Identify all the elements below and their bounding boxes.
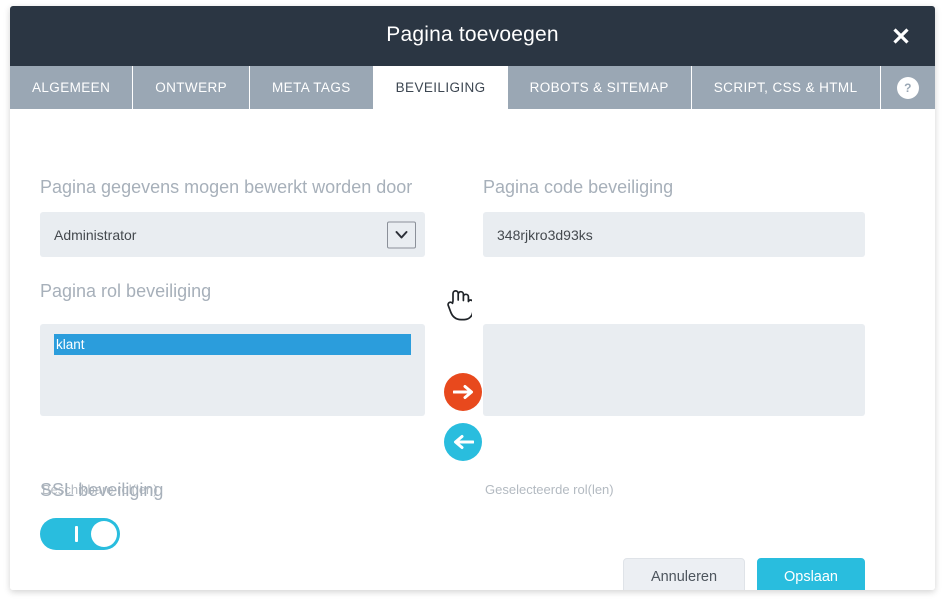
tab-label: BEVEILIGING (395, 80, 486, 95)
tab-meta-tags[interactable]: META TAGS (250, 66, 374, 109)
edit-rights-value: Administrator (54, 226, 137, 243)
cancel-button[interactable]: Annuleren (623, 558, 745, 590)
tab-label: ALGEMEEN (32, 80, 111, 95)
selected-roles-caption: Geselecteerde rol(len) (485, 482, 614, 497)
close-button[interactable] (885, 20, 917, 52)
page-code-label: Pagina code beveiliging (483, 177, 674, 197)
dialog-body: Pagina gegevens mogen bewerkt worden doo… (10, 109, 935, 590)
add-role-button[interactable] (444, 373, 482, 411)
toggle-knob (91, 521, 117, 547)
help-button[interactable]: ? (897, 76, 919, 99)
ssl-field: SSL beveiliging (40, 480, 163, 550)
role-security-label: Pagina rol beveiliging (40, 281, 212, 301)
save-button[interactable]: Opslaan (757, 558, 865, 590)
role-security-label-wrap: Pagina rol beveiliging (40, 281, 211, 302)
tab-bar: ALGEMEEN ONTWERP META TAGS BEVEILIGING R… (10, 66, 935, 109)
save-button-label: Opslaan (783, 568, 838, 585)
edit-rights-field: Pagina gegevens mogen bewerkt worden doo… (40, 177, 425, 257)
page-code-field: Pagina code beveiliging 348rjkro3d93ks (483, 177, 865, 257)
tab-label: META TAGS (272, 80, 351, 95)
ssl-label: SSL beveiliging (40, 480, 164, 500)
tab-robots-sitemap[interactable]: ROBOTS & SITEMAP (508, 66, 692, 109)
cancel-button-label: Annuleren (650, 568, 718, 585)
tab-ontwerp[interactable]: ONTWERP (133, 66, 251, 109)
available-roles-listbox[interactable]: klant (40, 324, 425, 416)
page-title: Pagina toevoegen (386, 23, 559, 46)
question-mark-icon: ? (904, 80, 912, 95)
edit-rights-select[interactable]: Administrator (40, 212, 425, 257)
tab-bar-filler: ? (881, 66, 936, 109)
page-code-input[interactable]: 348rjkro3d93ks (483, 212, 865, 257)
close-icon (893, 28, 909, 44)
page-code-value: 348rjkro3d93ks (497, 226, 593, 243)
remove-role-button[interactable] (444, 423, 482, 461)
add-page-dialog: Pagina toevoegen ALGEMEEN ONTWERP META T… (10, 6, 935, 590)
tab-algemeen[interactable]: ALGEMEEN (10, 66, 134, 109)
list-item[interactable]: klant (54, 334, 411, 355)
tab-label: SCRIPT, CSS & HTML (713, 80, 858, 95)
chevron-down-icon[interactable] (387, 221, 416, 248)
arrow-left-icon (453, 435, 474, 449)
tab-script-css-html[interactable]: SCRIPT, CSS & HTML (692, 66, 881, 109)
tab-label: ROBOTS & SITEMAP (529, 80, 669, 95)
edit-rights-label: Pagina gegevens mogen bewerkt worden doo… (40, 177, 413, 197)
selected-roles-listbox[interactable] (483, 324, 865, 416)
tab-label: ONTWERP (155, 80, 228, 95)
ssl-toggle[interactable] (40, 518, 120, 550)
toggle-on-indicator (75, 526, 78, 542)
tab-beveiliging[interactable]: BEVEILIGING (373, 66, 508, 109)
arrow-right-icon (452, 385, 473, 399)
dialog-header: Pagina toevoegen (10, 6, 935, 66)
